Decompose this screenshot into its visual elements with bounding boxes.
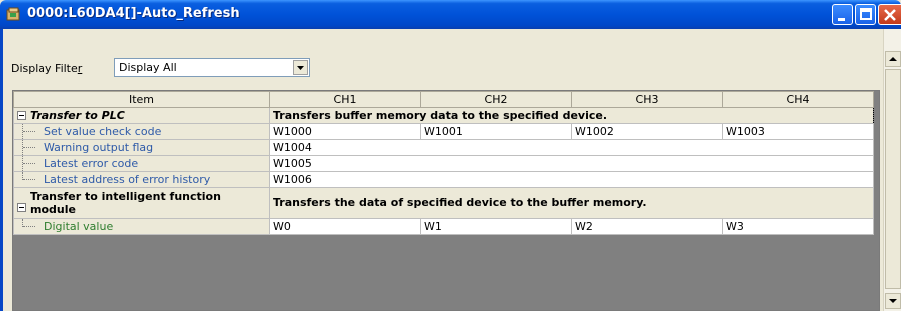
header-row: Item CH1 CH2 CH3 CH4 <box>13 91 874 108</box>
table-row: Latest error code W1005 <box>13 155 874 172</box>
maximize-icon <box>860 8 872 20</box>
table-row: Warning output flag W1004 <box>13 139 874 156</box>
cell-ch2[interactable]: W1001 <box>420 123 572 140</box>
cell-ch1[interactable]: W0 <box>269 218 421 235</box>
header-ch4[interactable]: CH4 <box>722 91 874 108</box>
cell-ch4[interactable]: W1003 <box>722 123 874 140</box>
cell-all-channels[interactable]: W1004 <box>269 139 874 156</box>
cell-ch1[interactable]: W1000 <box>269 123 421 140</box>
cell-all-channels[interactable]: W1006 <box>269 171 874 188</box>
table-row: Set value check code W1000 W1001 W1002 W… <box>13 123 874 140</box>
auto-refresh-grid-panel: Item CH1 CH2 CH3 CH4 Transfer to PLC Tra… <box>12 90 880 311</box>
group-label-transfer-to-intelligent-function-module[interactable]: Transfer to intelligent function module <box>13 187 270 219</box>
header-ch1[interactable]: CH1 <box>269 91 421 108</box>
cell-ch4[interactable]: W3 <box>722 218 874 235</box>
display-filter-value: Display All <box>119 61 177 74</box>
group-row-transfer-to-plc: Transfer to PLC Transfers buffer memory … <box>13 107 874 124</box>
scroll-up-icon <box>889 57 897 61</box>
header-ch3[interactable]: CH3 <box>571 91 723 108</box>
cell-ch2[interactable]: W1 <box>420 218 572 235</box>
item-latest-address-of-error-history: Latest address of error history <box>13 171 270 188</box>
group-description: Transfers the data of specified device t… <box>269 187 874 219</box>
item-latest-error-code: Latest error code <box>13 155 270 172</box>
scroll-thumb[interactable] <box>885 69 901 289</box>
collapse-icon[interactable] <box>17 203 26 212</box>
close-icon <box>884 9 896 21</box>
cell-all-channels[interactable]: W1005 <box>269 155 874 172</box>
scroll-up-button[interactable] <box>885 51 901 67</box>
chevron-down-icon <box>297 66 304 70</box>
app-icon <box>6 7 20 21</box>
display-filter-label: Display Filter <box>11 62 83 75</box>
auto-refresh-table: Item CH1 CH2 CH3 CH4 Transfer to PLC Tra… <box>13 91 874 235</box>
minimize-icon <box>838 18 845 21</box>
group-label-transfer-to-plc[interactable]: Transfer to PLC <box>13 107 270 124</box>
minimize-button[interactable] <box>832 4 853 25</box>
dropdown-button[interactable] <box>293 60 308 75</box>
maximize-button[interactable] <box>855 4 876 25</box>
item-set-value-check-code: Set value check code <box>13 123 270 140</box>
group-description: Transfers buffer memory data to the spec… <box>269 107 874 124</box>
title-bar[interactable]: 0000:L60DA4[]-Auto_Refresh <box>0 0 901 29</box>
scroll-down-icon <box>889 299 897 303</box>
item-digital-value: Digital value <box>13 218 270 235</box>
header-ch2[interactable]: CH2 <box>420 91 572 108</box>
window-title: 0000:L60DA4[]-Auto_Refresh <box>27 6 240 21</box>
cell-ch3[interactable]: W1002 <box>571 123 723 140</box>
header-item[interactable]: Item <box>13 91 270 108</box>
vertical-scrollbar[interactable] <box>883 29 901 311</box>
table-row: Latest address of error history W1006 <box>13 171 874 188</box>
cell-ch3[interactable]: W2 <box>571 218 723 235</box>
close-button[interactable] <box>878 4 901 25</box>
collapse-icon[interactable] <box>17 111 26 120</box>
group-row-transfer-to-intelligent-function-module: Transfer to intelligent function module … <box>13 187 874 219</box>
item-warning-output-flag: Warning output flag <box>13 139 270 156</box>
window-client-area: Display Filter Display All Item CH1 CH2 … <box>0 29 901 311</box>
scroll-down-button[interactable] <box>885 293 901 309</box>
table-row: Digital value W0 W1 W2 W3 <box>13 218 874 235</box>
display-filter-select[interactable]: Display All <box>114 58 310 77</box>
